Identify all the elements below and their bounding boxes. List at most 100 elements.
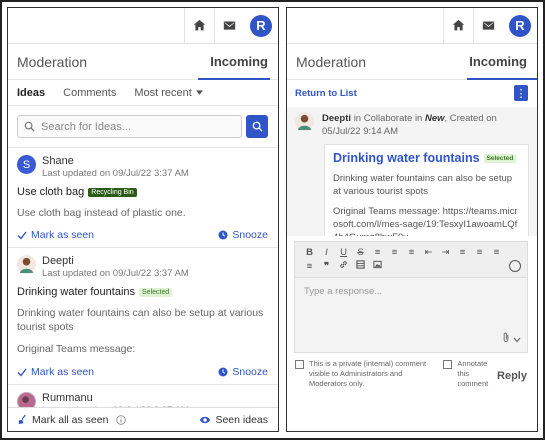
italic-button[interactable]: I [318,246,335,260]
clock-icon [218,367,228,377]
snooze-button[interactable]: Snooze [218,229,268,241]
home-button[interactable] [443,8,473,44]
reply-options: This is a private (internal) comment vis… [295,359,527,389]
chevron-down-icon [513,337,521,343]
subtabs: Ideas Comments Most recent [8,80,278,106]
seen-ideas-label: Seen ideas [215,413,268,426]
status-badge: Recycling Bin [88,187,137,197]
author-name: Rummanu [42,392,93,404]
image-button[interactable] [369,260,386,274]
broom-icon [18,414,26,425]
last-updated: Last updated on 09/Jul/22 3:37 AM [42,168,189,179]
align-left-button[interactable]: ≡ [454,246,471,260]
home-icon [193,19,206,31]
home-button[interactable] [184,8,214,44]
image-icon [373,260,382,269]
idea-description: Use cloth bag instead of plastic one. [17,207,186,219]
justify-button[interactable]: ≡ [301,260,318,274]
search-icon [24,121,35,132]
subtab-ideas[interactable]: Ideas [17,87,45,99]
mark-as-seen-button[interactable]: Mark as seen [17,229,94,241]
outdent-button[interactable]: ⇤ [420,246,437,260]
checklist-button[interactable]: ≡ [403,246,420,260]
annotate-checkbox[interactable] [443,360,453,369]
info-icon[interactable] [116,414,127,425]
indent-button[interactable]: ⇥ [437,246,454,260]
avatar [295,112,314,131]
idea-detail-panel: R Moderation Incoming Return to List ⋮ D… [286,7,538,432]
person-avatar-icon [297,114,312,131]
eye-icon [200,416,211,423]
idea-title[interactable]: Use cloth bag [17,186,84,198]
strikethrough-button[interactable]: S [352,246,369,260]
avatar [17,255,36,274]
align-right-button[interactable]: ≡ [488,246,505,260]
sort-dropdown[interactable]: Most recent [134,87,203,99]
subtab-comments[interactable]: Comments [63,87,116,99]
idea-title: Drinking water fountains [333,151,480,165]
mark-as-seen-button[interactable]: Mark as seen [17,366,94,378]
tab-incoming[interactable]: Incoming [469,44,537,80]
search-placeholder: Search for Ideas... [41,120,131,133]
align-center-button[interactable]: ≡ [471,246,488,260]
private-comment-checkbox[interactable] [295,360,304,369]
search-row: Search for Ideas... [8,106,278,148]
response-input[interactable]: Type a response... [295,278,527,305]
numbered-list-button[interactable]: ≡ [386,246,403,260]
teams-message: Original Teams message: https://teams.mi… [333,206,518,236]
active-tab-indicator [198,78,270,80]
author-name: Deepti [42,255,74,267]
quote-button[interactable]: ❞ [318,260,335,274]
chevron-down-icon [195,90,203,95]
table-button[interactable] [352,260,369,274]
link-button[interactable] [335,260,352,274]
teams-message-label: Original Teams message: [17,343,136,355]
mail-button[interactable] [214,8,244,44]
bold-button[interactable]: B [301,246,318,260]
avatar: S [17,155,36,174]
response-editor: B I U S ≡ ≡ ≡ ⇤ ⇥ ≡ ≡ ≡ ≡ ❞ Type a respo… [294,241,528,353]
mail-button[interactable] [473,8,503,44]
attach-button[interactable] [502,332,521,346]
idea-content: Drinking water fountains Selected Drinki… [324,144,529,236]
check-icon [17,231,27,240]
mark-as-seen-label: Mark as seen [31,229,95,241]
post-meta: Deepti in Collaborate in New, Created on… [322,112,529,138]
page-title: Moderation [296,53,367,70]
return-to-list-link[interactable]: Return to List [295,88,357,99]
mark-as-seen-label: Mark as seen [31,366,95,378]
more-options-button[interactable]: ⋮ [514,85,528,101]
paperclip-icon [503,332,509,343]
snooze-label: Snooze [232,229,268,241]
check-icon [17,368,27,377]
moderation-list-panel: R Moderation Incoming Ideas Comments Mos… [7,7,279,432]
status-badge: Selected [139,287,173,297]
search-icon [252,121,263,132]
search-button[interactable] [246,115,268,138]
bullet-list-button[interactable]: ≡ [369,246,386,260]
search-input[interactable]: Search for Ideas... [17,115,242,138]
idea-card[interactable]: S Shane Last updated on 09/Jul/22 3:37 A… [8,148,278,248]
idea-description: Drinking water fountains can also be set… [333,173,513,197]
user-avatar[interactable]: R [509,14,531,37]
tab-incoming[interactable]: Incoming [210,44,278,80]
title-row: Moderation Incoming [287,44,537,80]
list-footer: Mark all as seen Seen ideas [8,407,278,431]
formatting-toolbar: B I U S ≡ ≡ ≡ ⇤ ⇥ ≡ ≡ ≡ ≡ ❞ [295,242,527,278]
mark-all-as-seen-button[interactable]: Mark all as seen [17,413,127,426]
idea-title[interactable]: Drinking water fountains [17,286,135,298]
seen-ideas-button[interactable]: Seen ideas [199,414,268,426]
private-comment-option[interactable]: This is a private (internal) comment vis… [295,359,436,389]
annotate-option[interactable]: Annotate this comment [443,359,497,389]
emoji-icon[interactable] [509,260,521,272]
status-badge: Selected [483,153,517,163]
detail-header: Return to List ⋮ [287,80,537,106]
post-prefix: in Collaborate in [353,113,423,124]
home-icon [452,19,465,31]
user-avatar[interactable]: R [250,14,272,37]
underline-button[interactable]: U [335,246,352,260]
idea-card[interactable]: Deepti Last updated on 09/Jul/22 3:37 AM… [8,248,278,385]
reply-button[interactable]: Reply [497,371,527,389]
mark-all-label: Mark all as seen [32,413,109,426]
snooze-button[interactable]: Snooze [218,366,268,378]
